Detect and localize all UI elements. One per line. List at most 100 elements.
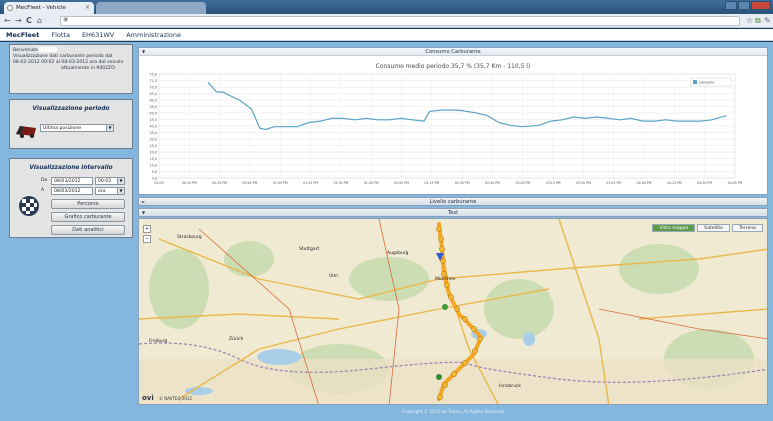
- city-label: Strasbourg: [177, 235, 202, 240]
- to-date-value: 08/03/2012: [54, 189, 81, 194]
- percorso-button[interactable]: Percorso: [51, 199, 125, 209]
- x-tick-label: 03:00 PM: [515, 181, 530, 185]
- map-attribution: © NAVTEQ 2012: [159, 396, 193, 401]
- zoom-out-button[interactable]: −: [143, 235, 151, 243]
- map-type-tabs: Vista mappa Satellite Terreno: [652, 224, 763, 232]
- from-label: Da: [41, 178, 48, 183]
- x-tick-label: 01:45 PM: [364, 181, 379, 185]
- x-tick-label: 01:00 PM: [273, 181, 288, 185]
- tab-vista-mappa[interactable]: Vista mappa: [652, 224, 696, 232]
- tab-satellite[interactable]: Satellite: [697, 224, 730, 232]
- back-icon[interactable]: ←: [4, 16, 11, 26]
- collapse-icon[interactable]: ▼: [142, 49, 145, 54]
- home-icon[interactable]: ⌂: [37, 16, 42, 26]
- menu-item-vehicle[interactable]: EH631WV: [76, 31, 120, 39]
- y-tick-label: 65,0: [149, 92, 157, 96]
- to-time-select[interactable]: ora ▼: [95, 187, 125, 195]
- city-label: Zürich: [229, 337, 244, 342]
- close-tab-icon[interactable]: ×: [85, 2, 90, 14]
- from-date-value: 08/03/2012: [54, 179, 81, 184]
- browser-tab-inactive[interactable]: [96, 2, 206, 14]
- forward-icon[interactable]: →: [15, 16, 22, 26]
- route-map[interactable]: Strasbourg Stuttgart Augsburg München Fr…: [138, 218, 768, 405]
- y-tick-label: 5,0: [152, 170, 157, 174]
- tab-terreno[interactable]: Terreno: [732, 224, 763, 232]
- period-title: Visualizzazione periodo: [32, 106, 110, 112]
- favicon-icon: [7, 5, 13, 11]
- city-label: Ulm: [329, 274, 338, 279]
- zoom-in-button[interactable]: +: [143, 225, 151, 233]
- period-select-value: Ultima posizione: [43, 126, 82, 131]
- chart-panel-title: Consumo Carburante: [139, 48, 767, 56]
- from-time-value: 00:02: [98, 179, 112, 184]
- chevron-down-icon: ▼: [106, 125, 113, 131]
- bookmark-star-icon[interactable]: ☆: [746, 16, 753, 26]
- ovi-logo: ovi: [142, 394, 154, 402]
- x-tick-label: 04:45 PM: [728, 181, 743, 185]
- y-tick-label: 15,0: [149, 157, 157, 161]
- y-tick-label: 60,0: [149, 99, 157, 103]
- chart-subtitle: Consumo medio periodo 35,7 % (35,7 Km - …: [375, 63, 531, 70]
- from-date-input[interactable]: 08/03/2012: [51, 177, 93, 185]
- reload-icon[interactable]: C: [26, 16, 32, 26]
- menu-item-flotta[interactable]: Flotta: [45, 31, 76, 39]
- app-menu-bar: MecFleet Flotta EH631WV Amministrazione: [0, 29, 773, 41]
- y-tick-label: 10,0: [149, 164, 157, 168]
- expand-icon: ►: [142, 199, 146, 204]
- interval-box: Visualizzazione intervallo Da 08/03/2012…: [9, 158, 133, 238]
- wrench-icon[interactable]: ✎: [764, 16, 771, 26]
- y-tick-label: 70,0: [149, 86, 157, 90]
- to-date-input[interactable]: 08/03/2012: [51, 187, 93, 195]
- x-tick-label: 04:15 PM: [667, 181, 682, 185]
- page-icon: ◉: [63, 16, 69, 23]
- welcome-greeting: Benvenuto: [13, 48, 38, 53]
- x-tick-label: 00:15 PM: [182, 181, 197, 185]
- city-label: Innsbruck: [499, 384, 522, 389]
- test-panel[interactable]: ▼ Test: [138, 208, 768, 217]
- brand-logo[interactable]: MecFleet: [0, 31, 45, 39]
- welcome-line-3: attualmente in 9402ZO: [61, 66, 115, 71]
- legend-swatch: [693, 80, 697, 84]
- city-label: Freiburg: [149, 339, 168, 344]
- y-tick-label: 72,5: [149, 79, 157, 83]
- x-tick-label: 00:30 PM: [212, 181, 227, 185]
- to-label: A: [41, 188, 45, 193]
- city-label: Stuttgart: [299, 247, 320, 252]
- browser-tab-active[interactable]: MecFleet - Vehicle ×: [4, 2, 94, 14]
- checkered-flag-icon: [19, 196, 39, 216]
- x-tick-label: 01:15 PM: [303, 181, 318, 185]
- browser-toolbar: ← → C ⌂ ◉ ☆ ⧉ ✎: [0, 14, 773, 28]
- welcome-box: Benvenuto Visualizzazione dati carburant…: [9, 44, 133, 94]
- period-box: Visualizzazione periodo Ultima posizione…: [9, 99, 133, 149]
- extension-icon[interactable]: ⧉: [755, 16, 761, 26]
- minimize-button[interactable]: [725, 1, 737, 10]
- chevron-down-icon: ▼: [117, 178, 124, 184]
- livello-panel-title: Livello carburante: [429, 199, 477, 205]
- x-tick-label: 03:30 PM: [576, 181, 591, 185]
- dati-analitici-button[interactable]: Dati analitici: [51, 225, 125, 235]
- browser-window: MecFleet - Vehicle × ← → C ⌂ ◉ ☆ ⧉ ✎ Mec…: [0, 0, 773, 421]
- x-tick-label: 01:30 PM: [333, 181, 348, 185]
- period-select[interactable]: Ultima posizione ▼: [40, 124, 114, 132]
- y-tick-label: 50,0: [149, 112, 157, 116]
- chevron-down-icon: ▼: [117, 188, 124, 194]
- close-window-button[interactable]: [751, 1, 771, 10]
- y-tick-label: 55,0: [149, 105, 157, 109]
- title-bar: MecFleet - Vehicle ×: [0, 0, 773, 14]
- map-canvas[interactable]: [139, 219, 768, 405]
- from-time-select[interactable]: 00:02 ▼: [95, 177, 125, 185]
- y-tick-label: 20,0: [149, 151, 157, 155]
- city-label: München: [435, 277, 456, 282]
- x-tick-label: 03:45 PM: [606, 181, 621, 185]
- maximize-button[interactable]: [738, 1, 750, 10]
- y-tick-label: 40,0: [149, 125, 157, 129]
- fuel-chart: 75,0 72,5 70,0 65,0 60,0 55,0 50,0 45,0 40,0 35,0…: [149, 73, 743, 186]
- x-tick-label: 04:30 PM: [697, 181, 712, 185]
- test-panel-title: Test: [447, 210, 459, 216]
- menu-item-amministrazione[interactable]: Amministrazione: [120, 31, 187, 39]
- grafico-carburante-button[interactable]: Grafico carburante: [51, 212, 125, 222]
- address-bar[interactable]: ◉: [60, 16, 740, 26]
- livello-carburante-panel[interactable]: ► Livello carburante: [138, 197, 768, 206]
- expand-icon: ▼: [142, 210, 146, 215]
- to-time-value: ora: [98, 189, 106, 194]
